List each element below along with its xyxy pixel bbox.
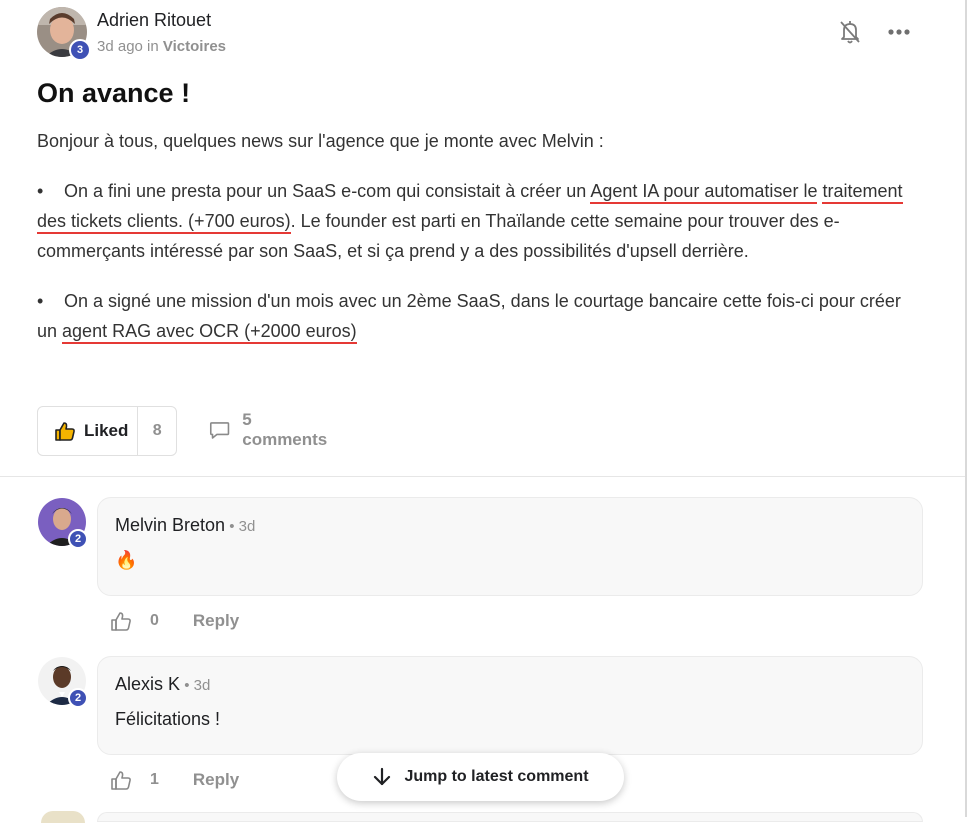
comment-2-header: Alexis K • 3d — [115, 674, 210, 695]
post-time: 3d ago — [97, 38, 143, 55]
post-category[interactable]: Victoires — [163, 38, 226, 55]
bullet-dot: • — [37, 181, 44, 201]
bullet-dot: • — [37, 291, 44, 311]
comment-1-like-count: 0 — [150, 612, 159, 629]
post-intro: Bonjour à tous, quelques news sur l'agen… — [37, 131, 604, 151]
thumbs-up-outline-icon — [111, 771, 131, 790]
post-author-name[interactable]: Adrien Ritouet — [97, 10, 211, 31]
comments-count-label: 5 comments — [242, 410, 328, 449]
more-horizontal-icon — [888, 29, 910, 35]
comment-2-like-button[interactable]: 1 — [110, 769, 159, 791]
comments-count-button[interactable]: 5 comments — [209, 406, 330, 454]
comment-icon — [209, 422, 230, 439]
comment-1-level-badge: 2 — [68, 529, 88, 549]
arrow-down-icon — [374, 767, 391, 786]
post-title: On avance ! — [37, 78, 191, 108]
bullet-1-text-before: On a fini une presta pour un SaaS e-com … — [64, 181, 591, 201]
post-meta: 3d ago in Victoires — [97, 38, 226, 55]
bullet-1-highlight-a: Agent IA pour automatiser le — [590, 181, 818, 204]
comment-2-actions: 1 Reply — [110, 765, 239, 795]
section-divider — [0, 476, 965, 477]
comment-2-level-badge: 2 — [68, 688, 88, 708]
liked-label: Liked — [84, 421, 129, 440]
comment-1-like-button[interactable]: 0 — [110, 610, 159, 632]
comment-1-reply-button[interactable]: Reply — [193, 611, 239, 631]
thumbs-up-outline-icon — [111, 612, 131, 631]
comment-1-actions: 0 Reply — [110, 606, 239, 636]
post-body: Bonjour à tous, quelques news sur l'agen… — [37, 126, 917, 366]
post-in-label: in — [142, 38, 163, 55]
bullet-2-highlight: agent RAG avec OCR (+2000 euros) — [62, 321, 357, 344]
jump-to-latest-comment-button[interactable]: Jump to latest comment — [337, 753, 624, 801]
comment-1-author[interactable]: Melvin Breton — [115, 515, 225, 535]
comment-2-author[interactable]: Alexis K — [115, 674, 180, 694]
comment-2-like-count: 1 — [150, 771, 159, 788]
like-main[interactable]: Liked — [38, 407, 137, 455]
like-button[interactable]: Liked 8 — [37, 406, 177, 456]
comment-3-avatar[interactable] — [41, 811, 85, 823]
comment-2-time: • 3d — [180, 677, 211, 694]
post-bullet-1: • On a fini une presta pour un SaaS e-com… — [37, 176, 917, 266]
comment-1-time: • 3d — [225, 518, 256, 535]
comment-2-bubble: Alexis K • 3d Félicitations ! — [97, 656, 923, 755]
author-level-badge: 3 — [69, 39, 91, 61]
comment-3-bubble — [97, 812, 923, 822]
jump-label: Jump to latest comment — [404, 768, 589, 785]
like-count[interactable]: 8 — [137, 407, 176, 455]
post-bullet-2: • On a signé une mission d'un mois avec u… — [37, 286, 917, 346]
comment-1-header: Melvin Breton • 3d — [115, 515, 255, 536]
thumbs-up-icon — [55, 422, 75, 441]
bell-off-icon — [840, 21, 860, 44]
comment-1-bubble: Melvin Breton • 3d 🔥 — [97, 497, 923, 596]
comment-2-text: Félicitations ! — [115, 709, 221, 729]
comment-1-text: 🔥 — [115, 550, 138, 570]
comment-2-reply-button[interactable]: Reply — [193, 770, 239, 790]
more-options-button[interactable] — [884, 20, 914, 44]
notification-toggle-button[interactable] — [836, 17, 864, 47]
